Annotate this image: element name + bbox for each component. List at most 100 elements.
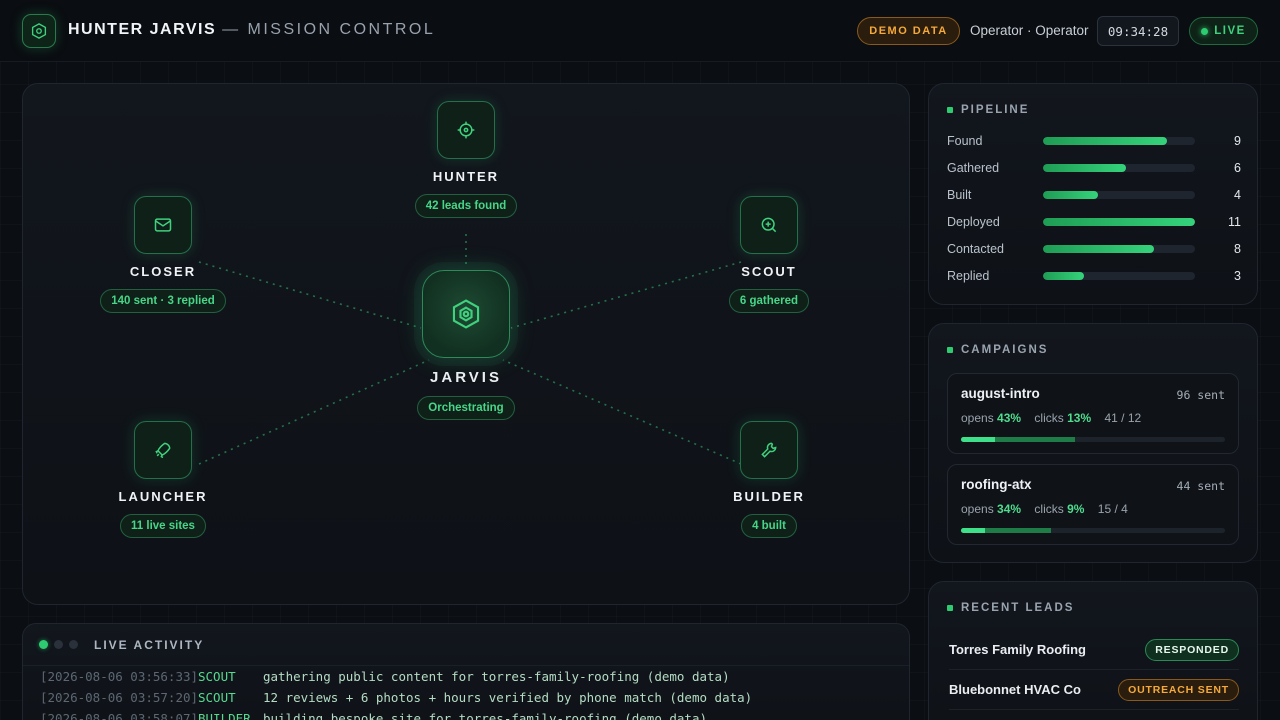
app-logo-icon[interactable] bbox=[22, 14, 56, 48]
agent-node-builder[interactable]: BUILDER 4 built bbox=[689, 421, 849, 538]
clicks-value: 13% bbox=[1067, 411, 1092, 425]
pipeline-value: 8 bbox=[1234, 242, 1241, 256]
log-timestamp: [2026-08-06 03:57:20] bbox=[40, 690, 199, 705]
live-dot-icon bbox=[1201, 27, 1209, 35]
demo-data-badge: DEMO DATA bbox=[857, 17, 960, 45]
agent-node-launcher[interactable]: LAUNCHER 11 live sites bbox=[83, 421, 243, 538]
pipeline-label: Deployed bbox=[947, 215, 1000, 229]
lead-row[interactable]: Torres Family Roofing RESPONDED bbox=[949, 630, 1239, 670]
pipeline-bar-fill bbox=[1043, 245, 1154, 253]
log-message: 12 reviews + 6 photos + hours verified b… bbox=[263, 690, 753, 705]
pipeline-value: 6 bbox=[1234, 161, 1241, 175]
campaign-ratio: 15 / 4 bbox=[1097, 502, 1128, 516]
agent-label: CLOSER bbox=[129, 264, 197, 279]
agent-stat: 4 built bbox=[741, 514, 797, 538]
magnifier-plus-icon bbox=[740, 196, 798, 254]
pipeline-panel: PIPELINE Found 9 Gathered 6 Built 4 Depl… bbox=[928, 83, 1258, 305]
log-message: building bespoke site for torres-family-… bbox=[263, 711, 708, 720]
click-rate-fill bbox=[961, 437, 996, 442]
status-badge: RESPONDED bbox=[1145, 638, 1239, 661]
pipeline-bar-track bbox=[1043, 191, 1195, 199]
agent-label: LAUNCHER bbox=[118, 489, 208, 504]
log-agent: SCOUT bbox=[198, 669, 236, 684]
agent-node-hunter[interactable]: HUNTER 42 leads found bbox=[386, 101, 546, 218]
pipeline-bar-track bbox=[1043, 218, 1195, 226]
click-rate-fill bbox=[961, 528, 985, 533]
mail-icon bbox=[134, 196, 192, 254]
campaign-card[interactable]: roofing-atx 44 sent opens 34% clicks 9% … bbox=[947, 464, 1239, 545]
log-timestamp: [2026-08-06 03:58:07] bbox=[40, 711, 199, 720]
pipeline-row: Replied 3 bbox=[947, 266, 1241, 286]
campaign-bar bbox=[961, 437, 1225, 442]
log-agent: SCOUT bbox=[198, 690, 236, 705]
section-dot-icon bbox=[947, 347, 953, 353]
campaign-bar bbox=[961, 528, 1225, 533]
activity-header: LIVE ACTIVITY bbox=[23, 624, 909, 666]
campaign-card[interactable]: august-intro 96 sent opens 43% clicks 13… bbox=[947, 373, 1239, 454]
pipeline-value: 9 bbox=[1234, 134, 1241, 148]
core-status: Orchestrating bbox=[417, 396, 515, 420]
pipeline-label: Found bbox=[947, 134, 983, 148]
hexagon-gear-icon bbox=[422, 270, 510, 358]
campaign-ratio: 41 / 12 bbox=[1104, 411, 1142, 425]
campaign-sent: 96 sent bbox=[1176, 388, 1225, 402]
section-dot-icon bbox=[947, 107, 953, 113]
status-dot-green-icon bbox=[39, 640, 48, 649]
lead-row[interactable]: Bluebonnet HVAC Co OUTREACH SENT bbox=[949, 670, 1239, 710]
pipeline-title: PIPELINE bbox=[961, 104, 1030, 116]
pipeline-value: 4 bbox=[1234, 188, 1241, 202]
live-activity-panel: LIVE ACTIVITY [2026-08-06 03:56:33] SCOU… bbox=[22, 623, 910, 720]
campaign-sent: 44 sent bbox=[1176, 479, 1225, 493]
pipeline-label: Built bbox=[947, 188, 972, 202]
pipeline-row: Built 4 bbox=[947, 185, 1241, 205]
opens-label: opens bbox=[961, 502, 994, 516]
agent-node-closer[interactable]: CLOSER 140 sent · 3 replied bbox=[83, 196, 243, 313]
pipeline-value: 3 bbox=[1234, 269, 1241, 283]
status-dot-icon bbox=[54, 640, 63, 649]
core-node-jarvis[interactable]: JARVIS Orchestrating bbox=[386, 270, 546, 420]
pipeline-row: Deployed 11 bbox=[947, 212, 1241, 232]
pipeline-bar-track bbox=[1043, 164, 1195, 172]
crosshair-icon bbox=[437, 101, 495, 159]
opens-value: 43% bbox=[997, 411, 1022, 425]
pipeline-label: Replied bbox=[947, 269, 990, 283]
campaign-stats: opens 34% clicks 9% 15 / 4 bbox=[961, 502, 1225, 516]
pipeline-bar-fill bbox=[1043, 218, 1195, 226]
live-label: LIVE bbox=[1214, 25, 1246, 37]
top-bar: HUNTER JARVIS — MISSION CONTROL DEMO DAT… bbox=[0, 0, 1280, 62]
log-line: [2026-08-06 03:57:20] SCOUT 12 reviews +… bbox=[23, 687, 909, 708]
agent-label: HUNTER bbox=[432, 169, 500, 184]
agent-network-panel: HUNTER 42 leads found CLOSER 140 sent · … bbox=[22, 83, 910, 605]
leads-header: RECENT LEADS bbox=[947, 602, 1239, 614]
log-line: [2026-08-06 03:58:07] BUILDER building b… bbox=[23, 708, 909, 720]
log-timestamp: [2026-08-06 03:56:33] bbox=[40, 669, 199, 684]
log-line: [2026-08-06 03:56:33] SCOUT gathering pu… bbox=[23, 666, 909, 687]
pipeline-bar-fill bbox=[1043, 191, 1099, 199]
live-badge: LIVE bbox=[1189, 17, 1258, 45]
pipeline-row: Contacted 8 bbox=[947, 239, 1241, 259]
pipeline-bar-fill bbox=[1043, 164, 1126, 172]
campaign-stats: opens 43% clicks 13% 41 / 12 bbox=[961, 411, 1225, 425]
agent-label: SCOUT bbox=[741, 264, 797, 279]
rocket-icon bbox=[134, 421, 192, 479]
lead-name: Bluebonnet HVAC Co bbox=[949, 682, 1081, 697]
clicks-value: 9% bbox=[1067, 502, 1085, 516]
wrench-icon bbox=[740, 421, 798, 479]
pipeline-row: Gathered 6 bbox=[947, 158, 1241, 178]
pipeline-bar-track bbox=[1043, 272, 1195, 280]
agent-node-scout[interactable]: SCOUT 6 gathered bbox=[689, 196, 849, 313]
clicks-label: clicks bbox=[1034, 502, 1064, 516]
operator-label[interactable]: Operator · Operator bbox=[970, 23, 1089, 38]
pipeline-label: Gathered bbox=[947, 161, 1000, 175]
log-message: gathering public content for torres-fami… bbox=[263, 669, 730, 684]
activity-log[interactable]: [2026-08-06 03:56:33] SCOUT gathering pu… bbox=[23, 666, 909, 720]
leads-title: RECENT LEADS bbox=[961, 602, 1075, 614]
app-title-main: HUNTER JARVIS bbox=[68, 21, 217, 38]
core-label: JARVIS bbox=[430, 369, 502, 386]
pipeline-bar-track bbox=[1043, 137, 1195, 145]
agent-stat: 140 sent · 3 replied bbox=[100, 289, 226, 313]
pipeline-row: Found 9 bbox=[947, 131, 1241, 151]
pipeline-bar-track bbox=[1043, 245, 1195, 253]
clicks-label: clicks bbox=[1034, 411, 1064, 425]
opens-label: opens bbox=[961, 411, 994, 425]
